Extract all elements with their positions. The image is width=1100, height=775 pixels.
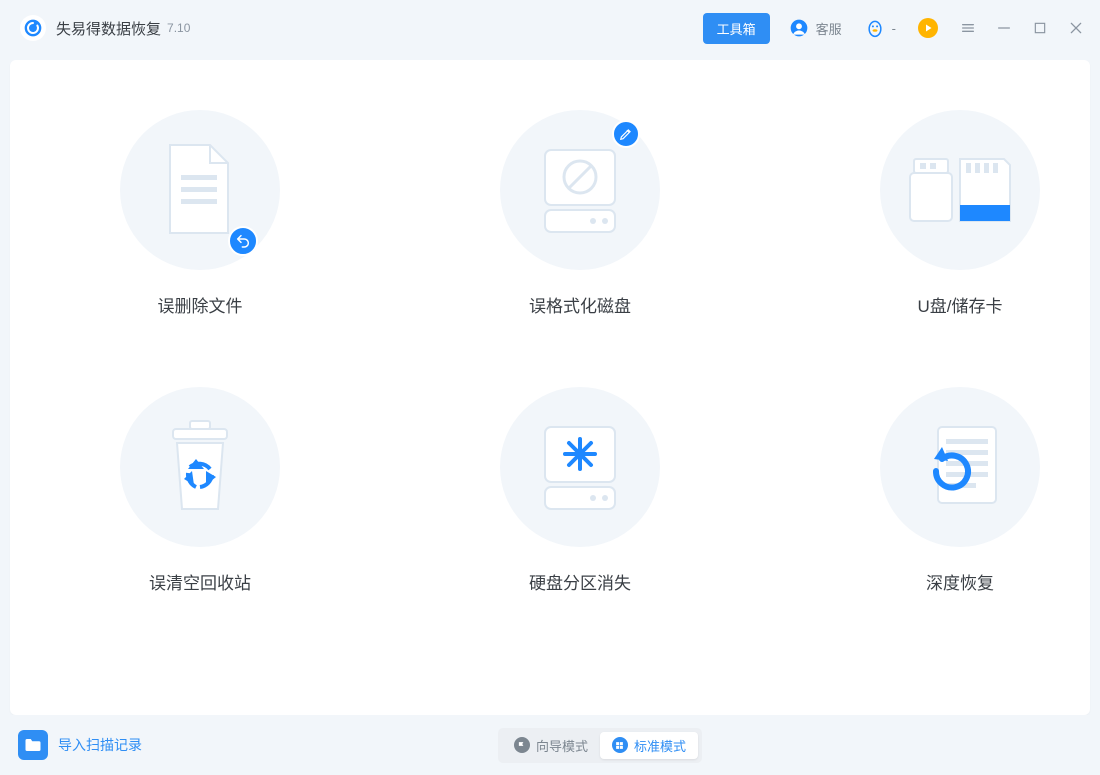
usb-sd-icon <box>900 145 1020 235</box>
import-scan-button[interactable]: 导入扫描记录 <box>18 730 142 760</box>
support-button[interactable]: 客服 <box>788 17 842 39</box>
titlebar: 失易得数据恢复 7.10 工具箱 客服 - <box>0 0 1100 56</box>
tile-lost-partition[interactable]: 硬盘分区消失 <box>480 387 680 594</box>
content-area: 误删除文件 误格式化磁盘 <box>10 60 1090 715</box>
tile-formatted-disk[interactable]: 误格式化磁盘 <box>480 110 680 317</box>
tile-label: 误格式化磁盘 <box>529 292 631 317</box>
tile-label: 误清空回收站 <box>149 569 251 594</box>
app-version: 7.10 <box>167 21 190 35</box>
footer: 导入扫描记录 向导模式 标准模式 <box>0 715 1100 775</box>
minimize-button[interactable] <box>996 20 1012 36</box>
vip-icon[interactable] <box>918 18 938 38</box>
tile-label: 深度恢复 <box>926 569 994 594</box>
undo-badge-icon <box>228 226 258 256</box>
penguin-icon <box>864 17 886 39</box>
mode-toggle: 向导模式 标准模式 <box>498 728 702 763</box>
qq-button[interactable]: - <box>864 17 896 39</box>
window-controls <box>960 20 1084 36</box>
folder-icon <box>18 730 48 760</box>
disk-icon <box>535 140 625 240</box>
recycle-bin-icon <box>155 417 245 517</box>
tile-label: 硬盘分区消失 <box>529 569 631 594</box>
tile-label: U盘/储存卡 <box>918 292 1003 317</box>
flag-icon <box>514 737 530 753</box>
tile-deleted-files[interactable]: 误删除文件 <box>100 110 300 317</box>
standard-mode-button[interactable]: 标准模式 <box>600 732 698 759</box>
tile-deep-recovery[interactable]: 深度恢复 <box>860 387 1060 594</box>
tile-label: 误删除文件 <box>158 292 243 317</box>
headset-icon <box>788 17 810 39</box>
menu-button[interactable] <box>960 20 976 36</box>
close-button[interactable] <box>1068 20 1084 36</box>
app-title: 失易得数据恢复 <box>56 18 161 39</box>
grid-icon <box>612 737 628 753</box>
app-window: 失易得数据恢复 7.10 工具箱 客服 - <box>0 0 1100 775</box>
standard-mode-label: 标准模式 <box>634 736 686 755</box>
import-label: 导入扫描记录 <box>58 735 142 755</box>
recovery-options-grid: 误删除文件 误格式化磁盘 <box>10 110 1090 695</box>
tile-recycle-bin[interactable]: 误清空回收站 <box>100 387 300 594</box>
brush-badge-icon <box>612 120 640 148</box>
document-icon <box>155 140 245 240</box>
app-logo-icon <box>20 15 46 41</box>
partition-icon <box>535 417 625 517</box>
wizard-mode-button[interactable]: 向导模式 <box>502 732 600 759</box>
qq-label: - <box>892 21 896 36</box>
support-label: 客服 <box>816 19 842 38</box>
maximize-button[interactable] <box>1032 20 1048 36</box>
toolbox-button[interactable]: 工具箱 <box>703 13 770 44</box>
deep-recovery-icon <box>910 417 1010 517</box>
tile-usb-card[interactable]: U盘/储存卡 <box>860 110 1060 317</box>
wizard-mode-label: 向导模式 <box>536 736 588 755</box>
